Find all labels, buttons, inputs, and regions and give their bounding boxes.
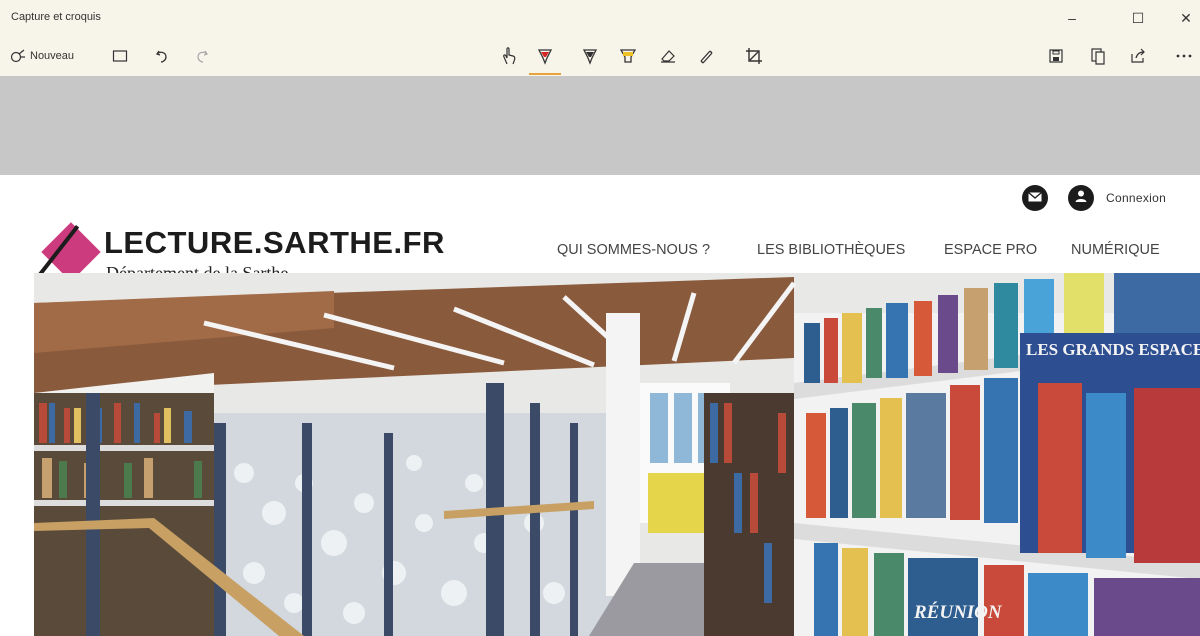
undo-icon [154, 48, 170, 64]
crop-icon [745, 47, 763, 65]
hero-library-photo: LES GRANDS ESPACES RÉUNION [34, 273, 1200, 636]
eraser-button[interactable] [656, 42, 680, 70]
full-screen-snip-button[interactable] [108, 42, 132, 70]
title-bar: Capture et croquis – ☐ ✕ [0, 0, 1200, 36]
hero-book-title-2: RÉUNION [913, 601, 1003, 623]
active-tool-indicator [529, 73, 561, 75]
save-icon [1049, 49, 1063, 63]
new-snip-button[interactable]: Nouveau [10, 42, 92, 70]
touch-writing-icon [500, 46, 518, 66]
maximize-button[interactable]: ☐ [1118, 6, 1158, 32]
close-button[interactable]: ✕ [1166, 6, 1200, 32]
share-icon [1130, 48, 1146, 64]
mail-button[interactable] [1022, 185, 1048, 211]
new-snip-label: Nouveau [30, 50, 75, 62]
nav-item-numerique[interactable]: NUMÉRIQUE [1071, 242, 1160, 258]
mail-icon [1028, 189, 1042, 207]
ruler-button[interactable] [694, 42, 718, 70]
redo-button[interactable] [190, 42, 214, 70]
hero-book-title-1: LES GRANDS ESPACES [1026, 340, 1200, 359]
ballpoint-pen-icon [537, 47, 553, 65]
nav-item-qui-sommes-nous[interactable]: QUI SOMMES-NOUS ? [557, 242, 710, 258]
save-button[interactable] [1044, 42, 1068, 70]
pencil-icon [582, 47, 598, 65]
undo-button[interactable] [150, 42, 174, 70]
nav-item-espace-pro[interactable]: ESPACE PRO [944, 242, 1037, 258]
captured-webpage: Connexion LECTURE.SARTHE.FR Département … [0, 175, 1200, 636]
ruler-icon [698, 48, 714, 64]
minimize-button[interactable]: – [1052, 6, 1092, 32]
toolbar: Nouveau [0, 36, 1200, 76]
crop-button[interactable] [742, 42, 766, 70]
app-title: Capture et croquis [11, 11, 101, 23]
login-link[interactable]: Connexion [1106, 191, 1166, 205]
logo-name: LECTURE.SARTHE.FR [104, 225, 445, 260]
new-snip-icon [10, 48, 26, 64]
eraser-icon [659, 48, 677, 64]
user-icon [1074, 189, 1088, 208]
more-button[interactable] [1172, 42, 1196, 70]
highlighter-icon [619, 47, 637, 65]
pencil-button[interactable] [578, 42, 602, 70]
copy-icon [1090, 47, 1106, 65]
nav-item-bibliotheques[interactable]: LES BIBLIOTHÈQUES [757, 242, 905, 258]
user-button[interactable] [1068, 185, 1094, 211]
more-icon [1175, 53, 1193, 59]
touch-writing-button[interactable] [496, 42, 522, 70]
canvas-margin [0, 76, 1200, 175]
ballpoint-pen-button[interactable] [529, 42, 561, 75]
redo-icon [194, 48, 210, 64]
share-button[interactable] [1126, 42, 1150, 70]
full-screen-snip-icon [112, 49, 128, 63]
copy-button[interactable] [1086, 42, 1110, 70]
highlighter-button[interactable] [616, 42, 640, 70]
